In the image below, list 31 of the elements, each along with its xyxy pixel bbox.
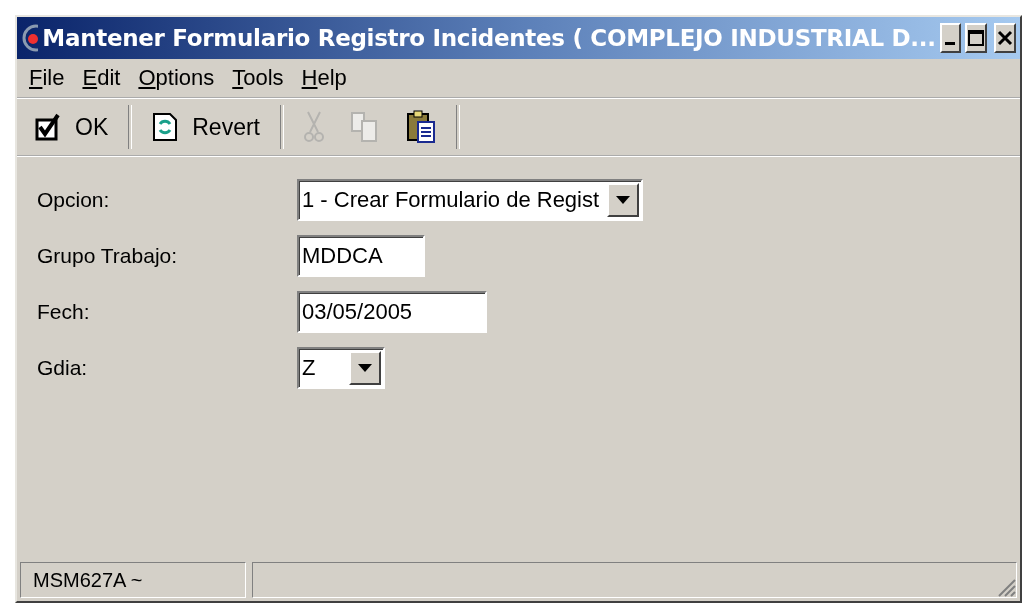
- checkbox-icon: [35, 113, 61, 141]
- clipboard-icon: [406, 110, 436, 144]
- field-label: Opcion:: [37, 188, 111, 212]
- input-field[interactable]: 03/05/2005: [297, 291, 487, 333]
- copy-icon: [350, 111, 380, 143]
- window-title: Mantener Formulario Registro Incidentes ( COMPLEJO INDUSTRIAL D...: [42, 25, 936, 51]
- revert-button[interactable]: Revert: [146, 108, 266, 146]
- minimize-icon: [945, 41, 956, 45]
- status-panel: MSM627A ~: [20, 562, 246, 598]
- caret-icon: [358, 364, 372, 372]
- scissors-icon: [304, 110, 324, 144]
- caret-icon: [616, 196, 630, 204]
- minimize-button[interactable]: [939, 23, 961, 53]
- field-label: Grupo Trabajo:: [37, 244, 179, 268]
- app-logo-icon: [21, 23, 39, 53]
- ok-button[interactable]: OK: [29, 109, 115, 145]
- menu-item[interactable]: Edit: [76, 63, 133, 93]
- close-button[interactable]: [994, 23, 1016, 53]
- dropdown-field[interactable]: 1 - Crear Formulario de Regist: [297, 179, 643, 221]
- input-field[interactable]: MDDCA: [297, 235, 425, 277]
- menu-item[interactable]: Tools: [226, 63, 296, 93]
- dropdown-field[interactable]: Z: [297, 347, 385, 389]
- maximize-icon: [967, 29, 985, 47]
- menu-item[interactable]: File: [23, 63, 77, 93]
- field-label: Fech:: [37, 300, 91, 324]
- close-icon: [996, 29, 1014, 47]
- maximize-button[interactable]: [965, 23, 987, 53]
- menu-item[interactable]: Help: [295, 63, 359, 93]
- field-label: Gdia:: [37, 356, 89, 380]
- refresh-document-icon: [152, 112, 179, 142]
- menu-item[interactable]: Options: [132, 63, 227, 93]
